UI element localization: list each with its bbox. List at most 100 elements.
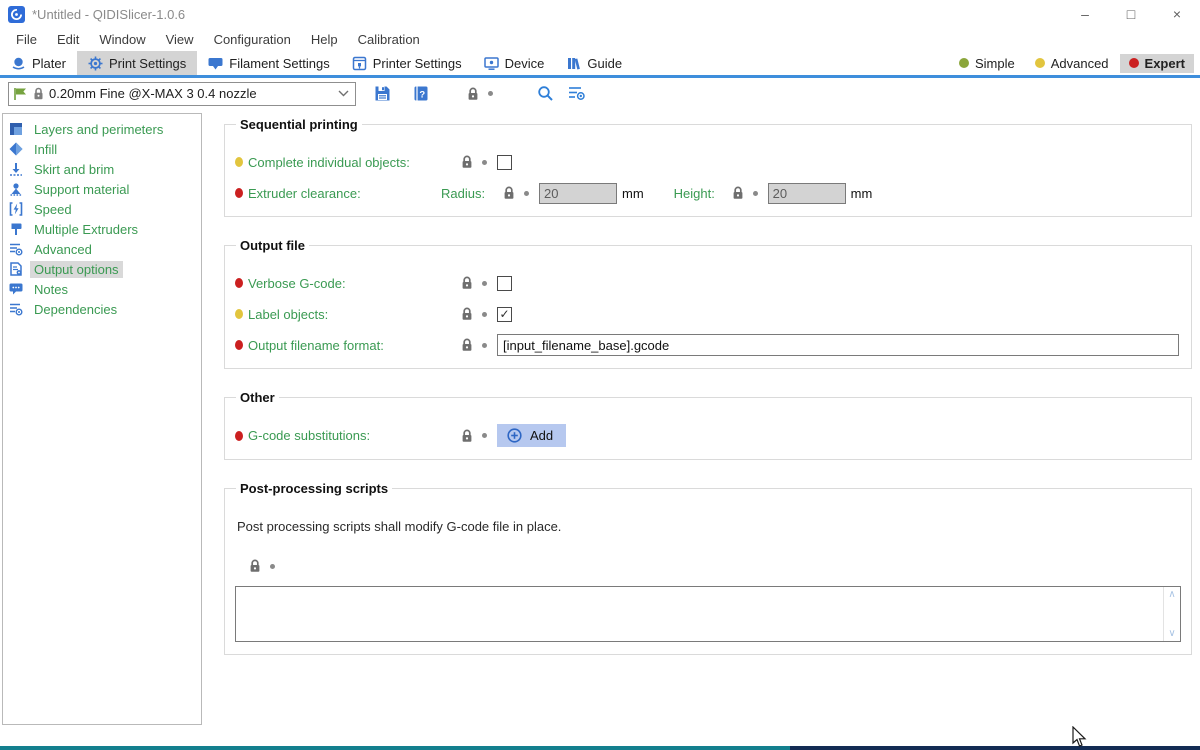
sidebar-item-label: Notes	[30, 281, 72, 298]
status-bar	[0, 746, 1200, 750]
lock-icon[interactable]	[461, 338, 473, 352]
extruder-clearance-radius-input[interactable]	[539, 183, 617, 204]
skirt-brim-icon	[8, 162, 24, 176]
tab-label: Device	[505, 56, 545, 71]
height-label: Height:	[674, 186, 732, 201]
tab-printer-settings[interactable]: Printer Settings	[341, 51, 473, 75]
post-processing-description: Post processing scripts shall modify G-c…	[237, 519, 1181, 534]
minimize-button[interactable]: –	[1062, 0, 1108, 28]
menu-calibration[interactable]: Calibration	[348, 30, 430, 49]
sidebar-item-support-material[interactable]: Support material	[8, 179, 201, 199]
preset-combobox[interactable]: 0.20mm Fine @X-MAX 3 0.4 nozzle	[8, 82, 356, 106]
menu-window[interactable]: Window	[89, 30, 155, 49]
mode-advanced[interactable]: Advanced	[1026, 54, 1118, 73]
tab-bar: Plater Print Settings Filament Settings …	[0, 51, 1200, 78]
mode-label: Advanced	[1051, 56, 1109, 71]
simple-mode-dot-icon	[959, 58, 969, 68]
lock-icon[interactable]	[467, 87, 479, 101]
option-label: G-code substitutions:	[248, 428, 370, 443]
add-substitution-button[interactable]: Add	[497, 424, 566, 447]
height-unit: mm	[851, 186, 873, 201]
title-bar: *Untitled - QIDISlicer-1.0.6 – □ ×	[0, 0, 1200, 28]
filament-icon	[208, 56, 223, 71]
menu-view[interactable]: View	[156, 30, 204, 49]
search-icon[interactable]	[537, 85, 554, 102]
menu-configuration[interactable]: Configuration	[204, 30, 301, 49]
sidebar-item-output-options[interactable]: Output options	[8, 259, 201, 279]
revert-dot-icon	[270, 564, 275, 569]
maximize-button[interactable]: □	[1108, 0, 1154, 28]
menu-help[interactable]: Help	[301, 30, 348, 49]
save-preset-icon[interactable]	[374, 85, 391, 102]
sidebar-item-label: Speed	[30, 201, 76, 218]
layers-icon	[8, 122, 24, 136]
compare-presets-icon[interactable]: ?	[413, 85, 429, 102]
post-processing-script-textarea[interactable]	[236, 587, 1162, 641]
lock-icon[interactable]	[461, 429, 473, 443]
option-row-output-filename-format: Output filename format:	[235, 334, 1181, 356]
sidebar-item-label: Advanced	[30, 241, 96, 258]
device-monitor-icon	[484, 56, 499, 71]
sidebar-item-label: Multiple Extruders	[30, 221, 142, 238]
tab-print-settings[interactable]: Print Settings	[77, 51, 197, 75]
advanced-mode-dot-icon	[1035, 58, 1045, 68]
output-filename-format-input[interactable]	[497, 334, 1179, 356]
mouse-cursor	[1072, 726, 1088, 748]
lock-icon[interactable]	[461, 155, 473, 169]
sidebar-item-notes[interactable]: Notes	[8, 279, 201, 299]
post-processing-lock-group	[249, 559, 1181, 573]
mode-switcher: Simple Advanced Expert	[948, 51, 1200, 75]
textarea-scrollbar[interactable]: ∧ ∨	[1163, 587, 1180, 641]
tab-guide[interactable]: Guide	[555, 51, 633, 75]
section-sequential-printing: Sequential printing Complete individual …	[224, 117, 1192, 217]
section-title: Other	[236, 390, 279, 405]
sidebar-item-speed[interactable]: Speed	[8, 199, 201, 219]
sidebar-item-skirt-and-brim[interactable]: Skirt and brim	[8, 159, 201, 179]
settings-search-icon[interactable]	[568, 85, 586, 101]
sidebar-item-infill[interactable]: Infill	[8, 139, 201, 159]
option-bullet-icon	[235, 278, 243, 288]
plater-icon	[11, 56, 26, 71]
sidebar-item-label: Skirt and brim	[30, 161, 118, 178]
sidebar-item-multiple-extruders[interactable]: Multiple Extruders	[8, 219, 201, 239]
option-row-gcode-substitutions: G-code substitutions: Add	[235, 424, 1181, 447]
scroll-up-icon[interactable]: ∧	[1168, 589, 1175, 600]
svg-text:?: ?	[419, 89, 425, 100]
lock-icon[interactable]	[249, 559, 261, 573]
scroll-down-icon[interactable]: ∨	[1168, 628, 1175, 639]
close-button[interactable]: ×	[1154, 0, 1200, 28]
preset-name: 0.20mm Fine @X-MAX 3 0.4 nozzle	[49, 86, 333, 101]
menu-file[interactable]: File	[6, 30, 47, 49]
sidebar-item-label: Support material	[30, 181, 133, 198]
mode-simple[interactable]: Simple	[950, 54, 1024, 73]
complete-individual-objects-checkbox[interactable]	[497, 155, 512, 170]
sidebar-item-layers-and-perimeters[interactable]: Layers and perimeters	[8, 119, 201, 139]
lock-icon[interactable]	[461, 276, 473, 290]
tab-device[interactable]: Device	[473, 51, 556, 75]
lock-icon[interactable]	[732, 186, 744, 200]
menu-edit[interactable]: Edit	[47, 30, 89, 49]
tab-filament-settings[interactable]: Filament Settings	[197, 51, 340, 75]
option-label: Complete individual objects:	[248, 155, 410, 170]
speed-icon	[8, 202, 24, 216]
support-material-icon	[8, 182, 24, 196]
mode-expert[interactable]: Expert	[1120, 54, 1194, 73]
revert-dot-icon	[482, 433, 487, 438]
label-objects-checkbox[interactable]: ✓	[497, 307, 512, 322]
tab-plater[interactable]: Plater	[0, 51, 77, 75]
sidebar-item-label: Output options	[30, 261, 123, 278]
lock-icon[interactable]	[461, 307, 473, 321]
lock-icon[interactable]	[503, 186, 515, 200]
sidebar-item-dependencies[interactable]: Dependencies	[8, 299, 201, 319]
settings-sidebar: Layers and perimeters Infill Skirt and b…	[2, 113, 202, 725]
revert-dot-icon	[524, 191, 529, 196]
option-label: Label objects:	[248, 307, 328, 322]
sidebar-item-advanced[interactable]: Advanced	[8, 239, 201, 259]
extruder-clearance-height-input[interactable]	[768, 183, 846, 204]
section-output-file: Output file Verbose G-code: Label object…	[224, 238, 1192, 369]
status-bar-navy-segment	[790, 746, 1200, 750]
tab-label: Print Settings	[109, 56, 186, 71]
verbose-gcode-checkbox[interactable]	[497, 276, 512, 291]
revert-dot-icon	[482, 343, 487, 348]
radius-label: Radius:	[441, 186, 503, 201]
